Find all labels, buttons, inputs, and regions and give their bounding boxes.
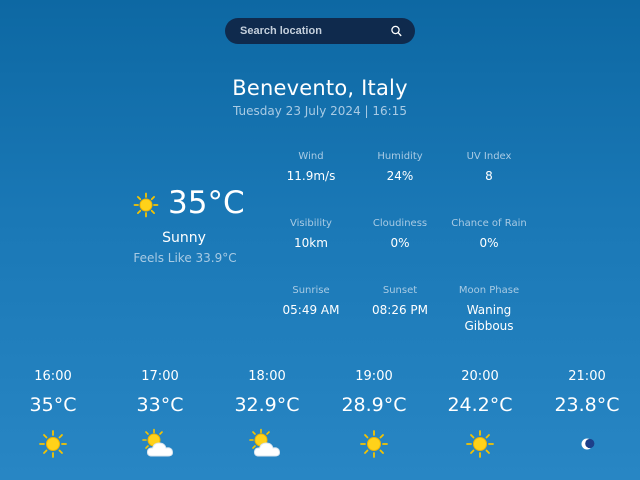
current-temperature: 35°C [168,185,245,221]
hourly-item: 17:00 33°C [110,369,210,460]
stat-sunset: Sunset 08:26 PM [350,285,450,318]
sun-icon [466,430,494,458]
hourly-item: 16:00 35°C [3,369,103,460]
search-icon[interactable] [389,24,403,38]
sun-icon [360,430,388,458]
stat-moon-phase: Moon Phase Waning Gibbous [439,285,539,334]
hour-time: 17:00 [141,369,179,384]
hour-time: 20:00 [461,369,499,384]
hour-time: 21:00 [568,369,606,384]
feels-like: Feels Like 33.9°C [133,251,237,265]
hour-temperature: 33°C [136,394,184,416]
stat-label: Cloudiness [372,218,428,229]
partly-cloudy-icon [142,428,173,457]
stat-label: Wind [298,151,324,162]
hour-time: 19:00 [355,369,393,384]
stat-value: 05:49 AM [282,303,340,317]
stat-sunrise: Sunrise 05:49 AM [261,285,361,318]
search-input[interactable] [240,25,389,37]
hourly-item: 20:00 24.2°C [430,369,530,460]
stat-wind: Wind 11.9m/s [261,151,361,184]
hour-temperature: 24.2°C [447,394,513,416]
hour-temperature: 32.9°C [234,394,300,416]
stat-value: Waning Gibbous [464,303,514,333]
partly-cloudy-icon [249,428,280,457]
stat-value: 08:26 PM [372,303,428,317]
hour-temperature: 35°C [29,394,77,416]
stat-chance-of-rain: Chance of Rain 0% [439,218,539,251]
hour-temperature: 28.9°C [341,394,407,416]
stat-label: Sunset [382,285,418,296]
sun-icon [39,430,67,458]
stat-label: UV Index [466,151,512,162]
moon-icon [581,438,595,450]
stat-label: Sunrise [292,285,330,296]
stat-label: Moon Phase [458,285,520,296]
hourly-item: 18:00 32.9°C [217,369,317,460]
location-title: Benevento, Italy [232,76,408,100]
stat-label: Chance of Rain [451,218,527,229]
stat-visibility: Visibility 10km [261,218,361,251]
sun-icon [133,192,159,218]
date-time: Tuesday 23 July 2024 | 16:15 [233,104,407,118]
stat-value: 0% [390,236,410,250]
stat-value: 0% [479,236,499,250]
stat-cloudiness: Cloudiness 0% [350,218,450,251]
stat-value: 10km [294,236,328,250]
stat-label: Visibility [290,218,332,229]
hour-time: 18:00 [248,369,286,384]
hourly-item: 21:00 23.8°C [537,369,637,460]
hourly-item: 19:00 28.9°C [324,369,424,460]
hour-temperature: 23.8°C [554,394,620,416]
hour-time: 16:00 [34,369,72,384]
stat-uv-index: UV Index 8 [439,151,539,184]
stat-humidity: Humidity 24% [350,151,450,184]
stat-label: Humidity [377,151,423,162]
stat-value: 8 [485,169,493,183]
search-bar[interactable] [225,18,415,44]
stat-value: 24% [386,169,414,183]
weather-condition: Sunny [162,230,206,246]
stat-value: 11.9m/s [286,169,336,183]
